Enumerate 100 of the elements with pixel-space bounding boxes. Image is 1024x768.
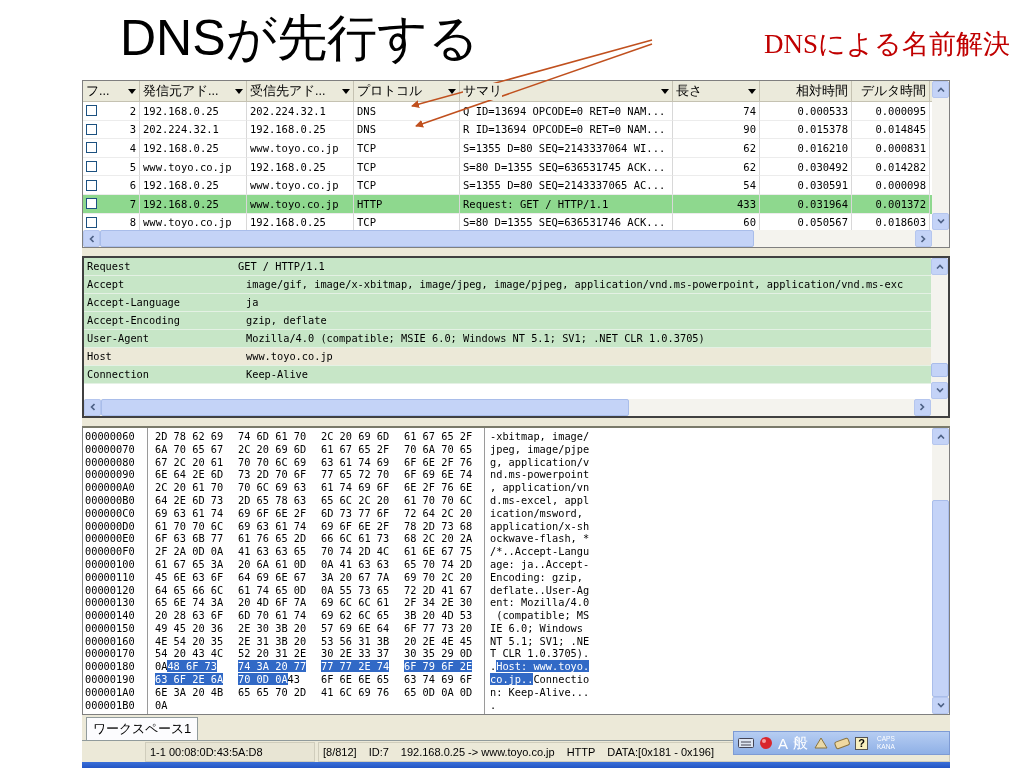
source-cell: 192.168.0.25: [143, 142, 219, 154]
scroll-thumb[interactable]: [100, 230, 754, 247]
hex-bytes: 72 2D 41 67: [404, 583, 473, 596]
summary-cell: Request: GET / HTTP/1.1: [463, 197, 609, 210]
hex-bytes: 72 64 2C 20: [404, 506, 473, 519]
keyboard-icon[interactable]: [738, 737, 754, 749]
hex-bytes: 6F 63 6B 77: [155, 532, 224, 545]
summary-cell: S=1355 D=80 SEQ=2143337064 WI...: [463, 142, 666, 154]
hex-bytes: 41 6C 69 76: [321, 685, 390, 698]
ascii-text: co.jp..: [490, 673, 534, 686]
time-cell: 0.000095: [875, 104, 926, 117]
packet-row[interactable]: 6 192.168.0.25 www.toyo.co.jp TCP S=1355 D=80 SEQ=2143337065 AC... 54 0.030591 0.000098: [83, 176, 932, 195]
hex-bytes: 69 6C 6C 61: [321, 596, 390, 609]
hex-bytes: 63 74 69 6F: [404, 673, 473, 686]
chevron-down-icon: [936, 219, 945, 224]
chevron-down-icon: [935, 388, 944, 393]
hex-bytes: 2C 20 69 6D: [238, 442, 307, 455]
callout-text: DNSによる名前解決: [764, 28, 1011, 61]
checkbox[interactable]: [86, 198, 97, 210]
time-cell: 0.000533: [797, 104, 848, 117]
column-header[interactable]: サマリ: [460, 81, 673, 101]
checkbox[interactable]: [86, 123, 97, 135]
scrollbar[interactable]: [932, 81, 949, 230]
scroll-down-button[interactable]: [932, 697, 949, 715]
field-value: gzip, deflate: [246, 314, 327, 327]
hex-bytes: 63 61 74 69: [321, 455, 390, 468]
hex-bytes: 2E 30 3B 20: [238, 621, 307, 634]
hex-bytes: 20 4D 6F 7A: [238, 596, 307, 609]
tool-icon[interactable]: [834, 736, 850, 750]
status-text: HTTP: [566, 746, 596, 759]
help-button[interactable]: ?: [855, 736, 868, 750]
hex-bytes: 6D 70 61 74: [238, 609, 307, 622]
ball-icon[interactable]: [759, 736, 773, 750]
hex-bytes: 2F 2A 0D 0A: [155, 545, 224, 558]
time-cell: 0.000098: [875, 179, 926, 192]
hex-bytes: 0A 41 63 63: [321, 557, 390, 570]
checkbox[interactable]: [86, 142, 97, 154]
length-cell: 62: [743, 160, 756, 173]
scroll-left-button[interactable]: [83, 230, 100, 247]
hex-offset: 00000070: [84, 442, 136, 456]
field-name: Host: [86, 350, 113, 363]
scroll-thumb[interactable]: [932, 499, 949, 698]
destination-cell: 192.168.0.25: [250, 123, 326, 136]
ascii-text: ent: Mozilla/4.0: [490, 596, 590, 609]
scroll-right-button[interactable]: [914, 399, 931, 416]
length-cell: 74: [743, 104, 756, 117]
hex-bytes: 30 35 29 0D: [404, 647, 473, 660]
packet-row[interactable]: 5 www.toyo.co.jp 192.168.0.25 TCP S=80 D=1355 SEQ=636531745 ACK... 62 0.030492 0.014282: [83, 157, 932, 177]
checkbox[interactable]: [86, 216, 97, 228]
hex-bytes: 0A: [155, 698, 168, 711]
hex-offset: 00000100: [84, 557, 136, 571]
hex-bytes: 61 76 65 2D: [238, 532, 307, 545]
source-cell: 192.168.0.25: [143, 179, 219, 192]
protocol-cell: DNS: [357, 123, 376, 136]
hex-offset: 000000F0: [84, 545, 136, 558]
hex-offset: 00000060: [84, 429, 136, 443]
scrollbar[interactable]: [932, 427, 949, 715]
checkbox[interactable]: [86, 105, 97, 117]
ascii-text: jpeg, image/pjpe: [490, 442, 590, 455]
scroll-up-button[interactable]: [932, 427, 949, 445]
hex-bytes: 6F 6E 6E 65: [321, 673, 390, 686]
packet-row[interactable]: 3 202.224.32.1 192.168.0.25 DNS R ID=13694 OPCODE=0 RET=0 NAM... 90 0.015378 0.014845: [83, 120, 932, 140]
time-cell: 0.014845: [875, 123, 926, 136]
column-header[interactable]: フ...: [83, 81, 140, 101]
checkbox[interactable]: [86, 161, 97, 173]
pad-icon[interactable]: [813, 736, 829, 750]
hex-bytes: 70 6A 70 65: [404, 442, 473, 455]
checkbox[interactable]: [86, 179, 97, 191]
hex-offset: 00000090: [84, 468, 136, 482]
column-header[interactable]: 長さ: [673, 81, 760, 101]
hex-bytes: 57 69 6E 64: [321, 621, 390, 634]
scroll-left-button[interactable]: [84, 399, 101, 416]
hex-bytes: 2C 20 61 70: [155, 481, 224, 494]
scroll-up-button[interactable]: [931, 257, 948, 275]
destination-cell: 192.168.0.25: [250, 160, 326, 173]
scroll-down-button[interactable]: [932, 213, 949, 230]
scroll-thumb[interactable]: [931, 362, 948, 377]
field-value: www.toyo.co.jp: [246, 350, 333, 363]
source-cell: 202.224.32.1: [143, 123, 219, 136]
field-value: ja: [246, 296, 259, 309]
protocol-cell: TCP: [357, 160, 376, 173]
scroll-thumb[interactable]: [101, 399, 629, 416]
hex-offset: 00000080: [84, 455, 136, 469]
scrollbar[interactable]: [931, 257, 948, 399]
scroll-up-button[interactable]: [932, 81, 949, 98]
packet-row[interactable]: 4 192.168.0.25 www.toyo.co.jp TCP S=1355 D=80 SEQ=2143337064 WI... 62 0.016210 0.000831: [83, 139, 932, 158]
scroll-right-button[interactable]: [915, 230, 932, 247]
number-cell: 8: [129, 216, 136, 229]
hex-bytes: 73 2D 70 6F: [238, 468, 307, 481]
workspace-tab[interactable]: ワークスペース1: [86, 717, 199, 741]
hex-bytes: 6F 6E 2F 76: [404, 455, 473, 468]
number-cell: 4: [129, 142, 136, 154]
hex-offset: 00000120: [84, 583, 136, 597]
scroll-down-button[interactable]: [931, 382, 948, 399]
hex-bytes: 30 2E 33 37: [321, 647, 390, 660]
hex-offset: 00000170: [84, 647, 136, 661]
number-cell: 6: [129, 179, 136, 192]
hex-bytes: 67 2C 20 61: [155, 455, 224, 468]
hex-bytes: 70 0D 0A: [238, 673, 288, 686]
field-row[interactable]: Request GET / HTTP/1.1: [84, 257, 931, 276]
